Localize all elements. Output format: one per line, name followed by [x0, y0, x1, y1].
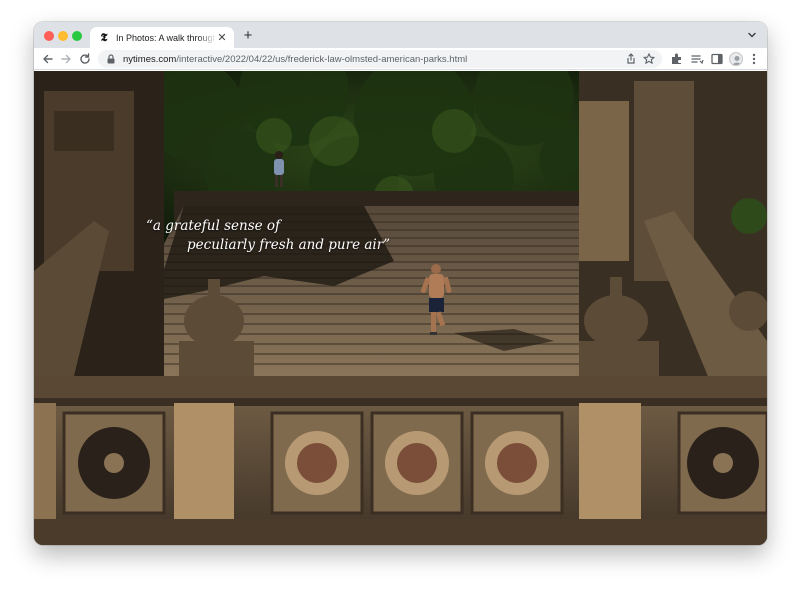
reload-icon[interactable] — [77, 51, 93, 67]
nyt-logo-icon: 𝕿 — [100, 31, 108, 44]
quote-line-1: “a grateful sense of — [146, 218, 281, 234]
window-close-button[interactable] — [44, 31, 54, 41]
window-minimize-button[interactable] — [58, 31, 68, 41]
lock-icon[interactable] — [106, 54, 116, 64]
tab-strip: 𝕿 In Photos: A walk through Frederick La… — [34, 22, 767, 49]
forward-icon[interactable] — [58, 51, 74, 67]
more-menu-icon[interactable] — [747, 52, 761, 66]
profile-avatar[interactable] — [729, 52, 743, 66]
back-icon[interactable] — [40, 51, 56, 67]
url-text: nytimes.com/interactive/2022/04/22/us/fr… — [123, 54, 467, 65]
reading-list-icon[interactable] — [690, 52, 704, 66]
share-icon[interactable] — [624, 52, 638, 66]
tab-search-icon[interactable] — [745, 28, 759, 42]
browser-tab[interactable]: 𝕿 In Photos: A walk through Frederick La… — [90, 27, 234, 49]
browser-toolbar: nytimes.com/interactive/2022/04/22/us/fr… — [34, 48, 767, 70]
address-bar[interactable]: nytimes.com/interactive/2022/04/22/us/fr… — [98, 50, 662, 68]
new-tab-icon[interactable]: + — [240, 28, 256, 44]
tab-close-icon[interactable]: ✕ — [216, 32, 228, 44]
quote-line-2: peculiarly fresh and pure air” — [187, 237, 391, 253]
url-path: /interactive/2022/04/22/us/frederick-law… — [176, 53, 468, 65]
bookmark-star-icon[interactable] — [642, 52, 656, 66]
browser-window: 𝕿 In Photos: A walk through Frederick La… — [34, 22, 767, 545]
photo-bethesda-terrace-stairs — [34, 71, 767, 545]
person-icon — [732, 56, 742, 65]
extensions-icon[interactable] — [670, 52, 684, 66]
tab-title: In Photos: A walk through Frederick Law … — [116, 33, 216, 43]
window-maximize-button[interactable] — [72, 31, 82, 41]
side-panel-icon[interactable] — [710, 52, 724, 66]
page-content: “a grateful sense of peculiarly fresh an… — [34, 71, 767, 545]
pull-quote: “a grateful sense of peculiarly fresh an… — [146, 217, 390, 255]
url-host: nytimes.com — [123, 53, 177, 65]
